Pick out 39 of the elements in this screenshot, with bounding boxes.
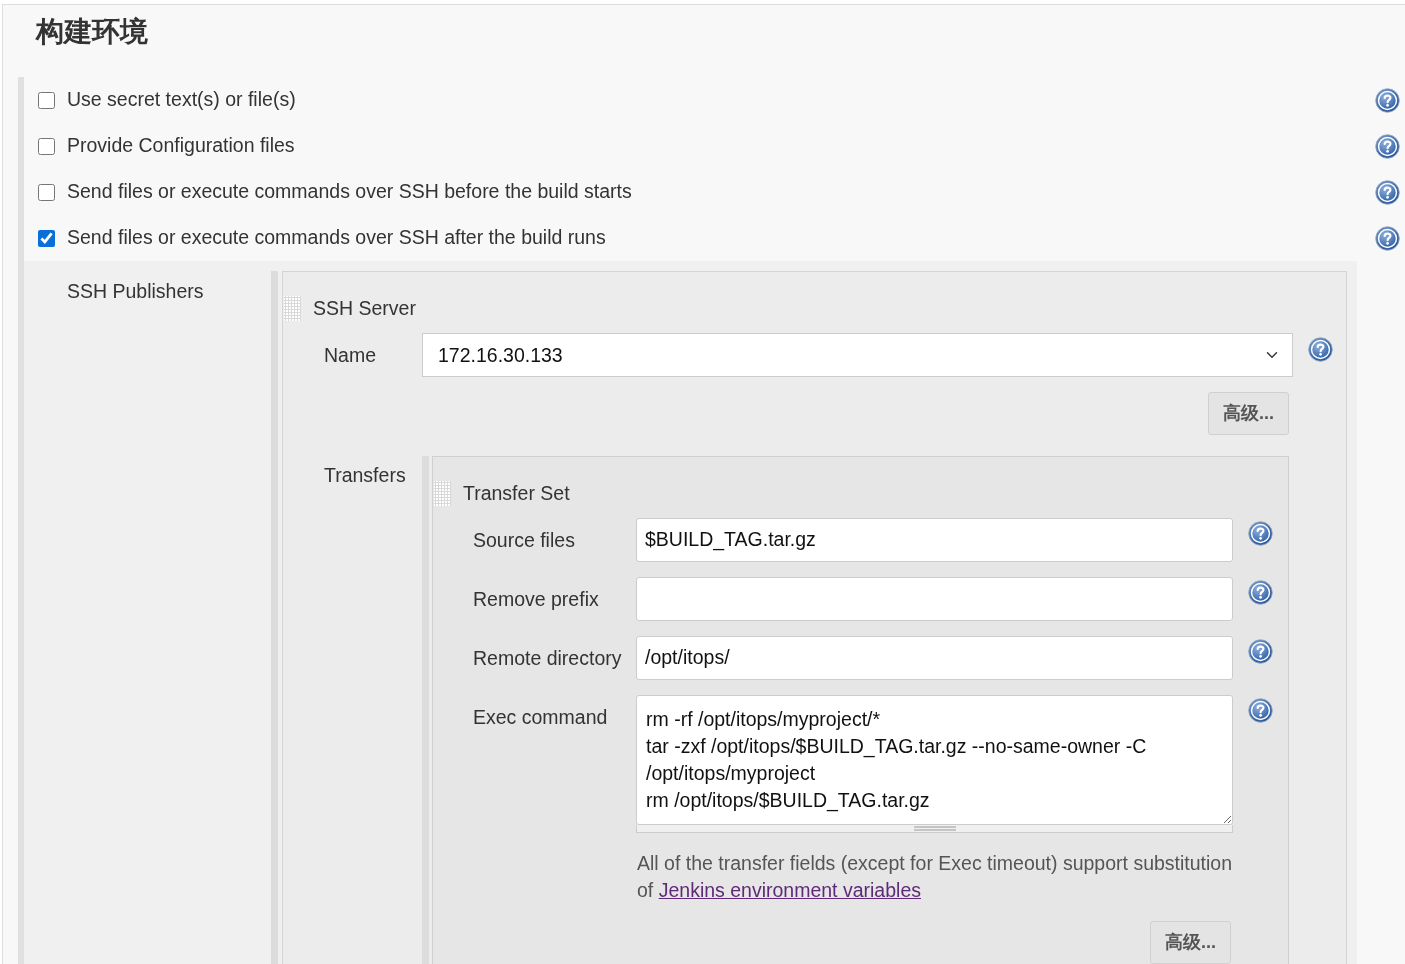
help-icon[interactable]: [1375, 225, 1400, 251]
help-icon[interactable]: [1248, 638, 1273, 664]
field-label: SSH Publishers: [67, 280, 204, 302]
help-icon[interactable]: [1308, 336, 1333, 362]
option-label: Send files or execute commands over SSH after the build runs: [67, 225, 607, 251]
panel-title: SSH Server: [313, 296, 416, 321]
help-icon[interactable]: [1248, 579, 1273, 605]
section-title: 构建环境: [34, 15, 149, 49]
resize-handle[interactable]: [636, 824, 1233, 833]
checkbox[interactable]: [38, 183, 55, 201]
text-field[interactable]: [636, 576, 1233, 621]
text-field[interactable]: /opt/itops/: [636, 635, 1233, 680]
checkbox[interactable]: [38, 229, 55, 247]
advanced-button[interactable]: 高级...: [1208, 392, 1289, 436]
help-icon[interactable]: [1375, 87, 1400, 113]
help-icon[interactable]: [1375, 179, 1400, 205]
field-label: Remote directory: [472, 645, 623, 671]
field-label: Remove prefix: [472, 586, 600, 612]
advanced-button[interactable]: 高级...: [1150, 920, 1231, 964]
help-link[interactable]: Jenkins environment variables: [658, 878, 921, 901]
server-select[interactable]: 172.16.30.133: [422, 333, 1293, 378]
field-label: Name: [323, 342, 378, 368]
field-label: Transfers: [323, 463, 407, 489]
option-label: Provide Configuration files: [67, 133, 296, 159]
option-label: Use secret text(s) or file(s): [67, 87, 297, 113]
field-label: Exec command: [472, 704, 609, 730]
help-icon[interactable]: [1375, 133, 1400, 159]
field-label: Source files: [472, 527, 576, 553]
help-icon[interactable]: [1248, 520, 1273, 546]
text-field[interactable]: $BUILD_TAG.tar.gz: [636, 517, 1233, 562]
panel-title: Transfer Set: [463, 481, 570, 507]
help-icon[interactable]: [1248, 697, 1273, 723]
checkbox[interactable]: [38, 137, 55, 155]
drag-handle[interactable]: [434, 481, 451, 507]
command-field[interactable]: rm -rf /opt/itops/myproject/* tar -zxf /opt/itops/$BUILD_TAG.tar.gz --no-same-owner -C /opt/itops/myproject rm /opt/itops/$BUILD_TAG.tar.gz: [636, 694, 1233, 825]
help-text: All of the transfer fields (except for Exec timeout) support substitution of Jenkins environment variables: [637, 850, 1234, 903]
drag-handle[interactable]: [284, 296, 301, 322]
checkbox[interactable]: [38, 91, 55, 109]
option-label: Send files or execute commands over SSH before the build starts: [67, 179, 633, 205]
